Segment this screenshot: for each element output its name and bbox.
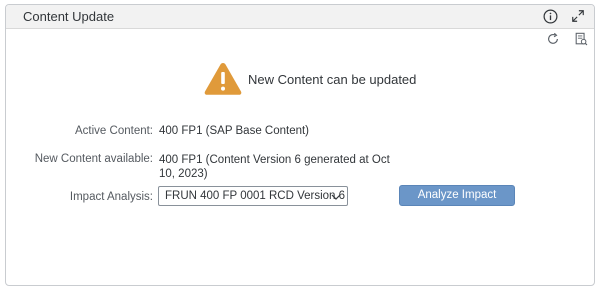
active-content-label: Active Content: xyxy=(75,125,153,137)
warning-icon xyxy=(204,63,242,95)
new-content-value: 400 FP1 (Content Version 6 generated at … xyxy=(159,154,390,180)
status-message: New Content can be updated xyxy=(248,72,417,87)
panel-header: Content Update xyxy=(6,5,594,29)
content-update-panel: Content Update New Content can be update… xyxy=(5,4,595,286)
refresh-icon[interactable] xyxy=(546,32,560,46)
impact-analysis-selected-value: FRUN 400 FP 0001 RCD Version 6 xyxy=(165,190,346,202)
active-content-value: 400 FP1 (SAP Base Content) xyxy=(159,125,310,137)
log-icon[interactable] xyxy=(574,32,588,46)
impact-analysis-select[interactable]: FRUN 400 FP 0001 RCD Version 6 xyxy=(158,186,348,206)
chevron-down-icon[interactable] xyxy=(330,191,342,203)
expand-icon[interactable] xyxy=(571,9,585,23)
info-icon[interactable] xyxy=(543,9,558,24)
panel-title: Content Update xyxy=(23,9,115,24)
new-content-label: New Content available: xyxy=(34,153,153,165)
analyze-impact-button[interactable]: Analyze Impact xyxy=(399,185,515,206)
impact-analysis-label: Impact Analysis: xyxy=(69,191,153,203)
